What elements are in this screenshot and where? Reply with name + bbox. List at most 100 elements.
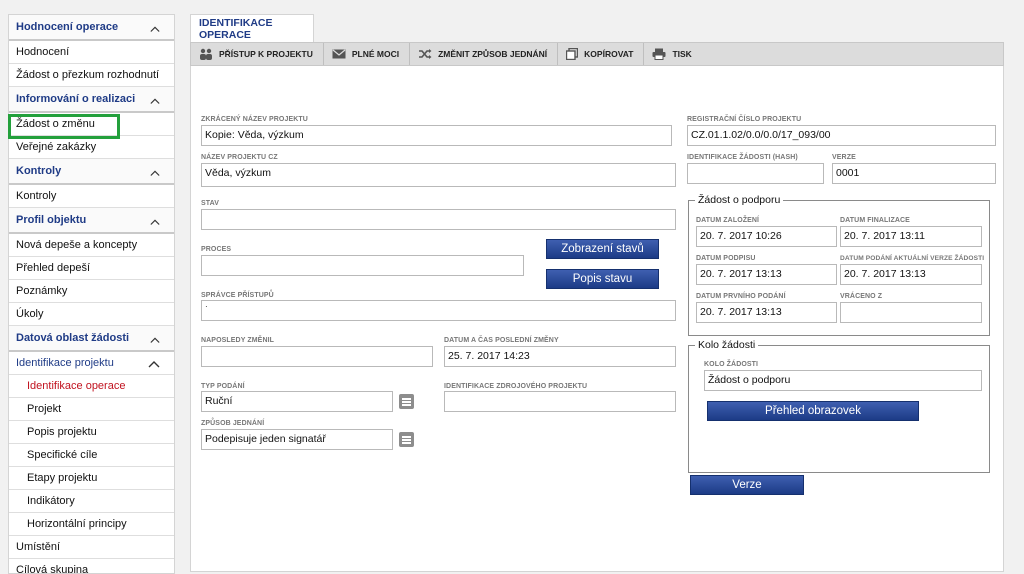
powers-button[interactable]: PLNÉ MOCI: [324, 43, 411, 65]
round-label: KOLO ŽÁDOSTI: [704, 361, 759, 368]
version-field[interactable]: 0001: [832, 163, 996, 184]
sidebar-item-label: Horizontální principy: [27, 518, 127, 530]
round-field[interactable]: Žádost o podporu: [704, 370, 982, 391]
copy-button[interactable]: KOPÍROVAT: [558, 43, 645, 65]
chevron-up-icon[interactable]: [150, 217, 160, 227]
sidebar-item-label: Datová oblast žádosti: [16, 332, 130, 344]
access-label: PŘÍSTUP K PROJEKTU: [219, 49, 313, 59]
printer-icon: [652, 48, 666, 60]
sidebar-item-umisteni[interactable]: Umístění: [9, 536, 174, 559]
sidebar-section-hodnoceni-operace[interactable]: Hodnocení operace: [9, 15, 174, 41]
sidebar-item-etapy-projektu[interactable]: Etapy projektu: [9, 467, 174, 490]
sidebar-item-nova-depese-a-koncepty[interactable]: Nová depeše a koncepty: [9, 234, 174, 257]
short-name-field[interactable]: Kopie: Věda, výzkum: [201, 125, 672, 146]
sidebar-item-identifikace-operace[interactable]: Identifikace operace: [9, 375, 174, 398]
sidebar-item-indikatory[interactable]: Indikátory: [9, 490, 174, 513]
chevron-up-icon[interactable]: [150, 168, 160, 178]
returned-field[interactable]: [840, 302, 982, 323]
finalized-field[interactable]: 20. 7. 2017 13:11: [840, 226, 982, 247]
sidebar-item-label: Umístění: [16, 541, 61, 553]
state-description-button[interactable]: Popis stavu: [546, 269, 659, 289]
version-button[interactable]: Verze: [690, 475, 804, 495]
signed-field[interactable]: 20. 7. 2017 13:13: [696, 264, 837, 285]
sidebar-item-horizontalni-principy[interactable]: Horizontální principy: [9, 513, 174, 536]
sidebar-item-prehled-depesi[interactable]: Přehled depeší: [9, 257, 174, 280]
current-submit-field[interactable]: 20. 7. 2017 13:13: [840, 264, 982, 285]
hash-label: IDENTIFIKACE ŽÁDOSTI (HASH): [687, 154, 798, 161]
access-button[interactable]: PŘÍSTUP K PROJEKTU: [191, 43, 324, 65]
sidebar-section-kontroly[interactable]: Kontroly: [9, 159, 174, 185]
sidebar-item-specificke-cile[interactable]: Specifické cíle: [9, 444, 174, 467]
copy-label: KOPÍROVAT: [584, 49, 634, 59]
list-icon[interactable]: [399, 394, 414, 409]
sidebar-item-kontroly[interactable]: Kontroly: [9, 185, 174, 208]
acting-method-label: ZPŮSOB JEDNÁNÍ: [201, 420, 265, 427]
show-states-button[interactable]: Zobrazení stavů: [546, 239, 659, 259]
powers-label: PLNÉ MOCI: [351, 49, 400, 59]
sidebar: Hodnocení operace Hodnocení Žádost o přezk…: [8, 14, 175, 574]
sidebar-section-informovani-o-realizaci[interactable]: Informování o realizaci: [9, 87, 174, 113]
acting-method-field[interactable]: Podepisuje jeden signatář: [201, 429, 393, 450]
first-submit-label: DATUM PRVNÍHO PODÁNÍ: [696, 293, 786, 300]
change-method-label: ZMĚNIT ZPŮSOB JEDNÁNÍ: [438, 49, 548, 59]
sidebar-item-label: Etapy projektu: [27, 472, 98, 484]
hash-field[interactable]: [687, 163, 824, 184]
first-submit-field[interactable]: 20. 7. 2017 13:13: [696, 302, 837, 323]
state-field[interactable]: [201, 209, 676, 230]
sidebar-item-label: Poznámky: [16, 285, 68, 297]
sidebar-item-label: Hodnocení: [16, 46, 70, 58]
sidebar-item-hodnoceni[interactable]: Hodnocení: [9, 41, 174, 64]
sidebar-item-poznamky[interactable]: Poznámky: [9, 280, 174, 303]
name-cz-field[interactable]: Věda, výzkum: [201, 163, 676, 187]
chevron-up-icon[interactable]: [150, 96, 160, 106]
chevron-up-icon[interactable]: [148, 360, 160, 368]
reg-number-field[interactable]: CZ.01.1.02/0.0/0.0/17_093/00: [687, 125, 996, 146]
support-legend: Žádost o podporu: [695, 194, 784, 206]
reg-number-label: REGISTRAČNÍ ČÍSLO PROJEKTU: [687, 116, 802, 123]
screens-overview-button[interactable]: Přehled obrazovek: [707, 401, 919, 421]
sidebar-item-popis-projektu[interactable]: Popis projektu: [9, 421, 174, 444]
created-field[interactable]: 20. 7. 2017 10:26: [696, 226, 837, 247]
returned-label: VRÁCENO Z: [840, 293, 883, 300]
print-button[interactable]: TISK: [644, 43, 701, 65]
sidebar-section-profil-objektu[interactable]: Profil objektu: [9, 208, 174, 234]
sidebar-item-label: Žádost o přezkum rozhodnutí: [16, 69, 160, 81]
envelope-icon: [332, 49, 346, 59]
created-label: DATUM ZALOŽENÍ: [696, 217, 760, 224]
support-fieldset: Žádost o podporu DATUM ZALOŽENÍ 20. 7. 2…: [688, 194, 990, 336]
sidebar-item-label: Popis projektu: [27, 426, 97, 438]
sidebar-item-label: Profil objektu: [16, 214, 87, 226]
list-icon[interactable]: [399, 432, 414, 447]
toolbar: PŘÍSTUP K PROJEKTU PLNÉ MOCI ZMĚNIT ZPŮS…: [190, 42, 1004, 66]
chevron-up-icon[interactable]: [150, 335, 160, 345]
sidebar-section-identifikace-projektu[interactable]: Identifikace projektu: [9, 352, 174, 375]
source-project-field[interactable]: [444, 391, 676, 412]
sidebar-item-verejne-zakazky[interactable]: Veřejné zakázky: [9, 136, 174, 159]
sidebar-item-label: Přehled depeší: [16, 262, 90, 274]
source-project-label: IDENTIFIKACE ZDROJOVÉHO PROJEKTU: [444, 383, 588, 390]
chevron-up-icon[interactable]: [150, 24, 160, 34]
sidebar-section-datova-oblast-zadosti[interactable]: Datová oblast žádosti: [9, 326, 174, 352]
short-name-label: ZKRÁCENÝ NÁZEV PROJEKTU: [201, 116, 308, 123]
users-icon: [200, 48, 212, 60]
sidebar-item-label: Cílová skupina: [16, 564, 89, 574]
tab-identifikace-operace[interactable]: IDENTIFIKACE OPERACE: [190, 14, 314, 42]
submission-type-field[interactable]: Ruční: [201, 391, 393, 412]
sidebar-item-zadost-o-prezkum-rozhodnuti[interactable]: Žádost o přezkum rozhodnutí: [9, 64, 174, 87]
sidebar-item-label: Projekt: [27, 403, 62, 415]
current-submit-label: DATUM PODÁNÍ AKTUÁLNÍ VERZE ŽÁDOSTI: [840, 255, 985, 262]
sidebar-item-ukoly[interactable]: Úkoly: [9, 303, 174, 326]
access-admin-field[interactable]: ·: [201, 300, 676, 321]
sidebar-item-label: Úkoly: [16, 308, 44, 320]
process-field[interactable]: [201, 255, 524, 276]
version-label: VERZE: [832, 154, 856, 161]
sidebar-item-label: Kontroly: [16, 190, 57, 202]
signed-label: DATUM PODPISU: [696, 255, 756, 262]
access-admin-label: SPRÁVCE PŘÍSTUPŮ: [201, 292, 274, 299]
print-label: TISK: [672, 49, 692, 59]
sidebar-item-label: Specifické cíle: [27, 449, 98, 461]
last-changed-by-field[interactable]: [201, 346, 433, 367]
last-change-field[interactable]: 25. 7. 2017 14:23: [444, 346, 676, 367]
change-method-button[interactable]: ZMĚNIT ZPŮSOB JEDNÁNÍ: [410, 43, 559, 65]
sidebar-item-projekt[interactable]: Projekt: [9, 398, 174, 421]
